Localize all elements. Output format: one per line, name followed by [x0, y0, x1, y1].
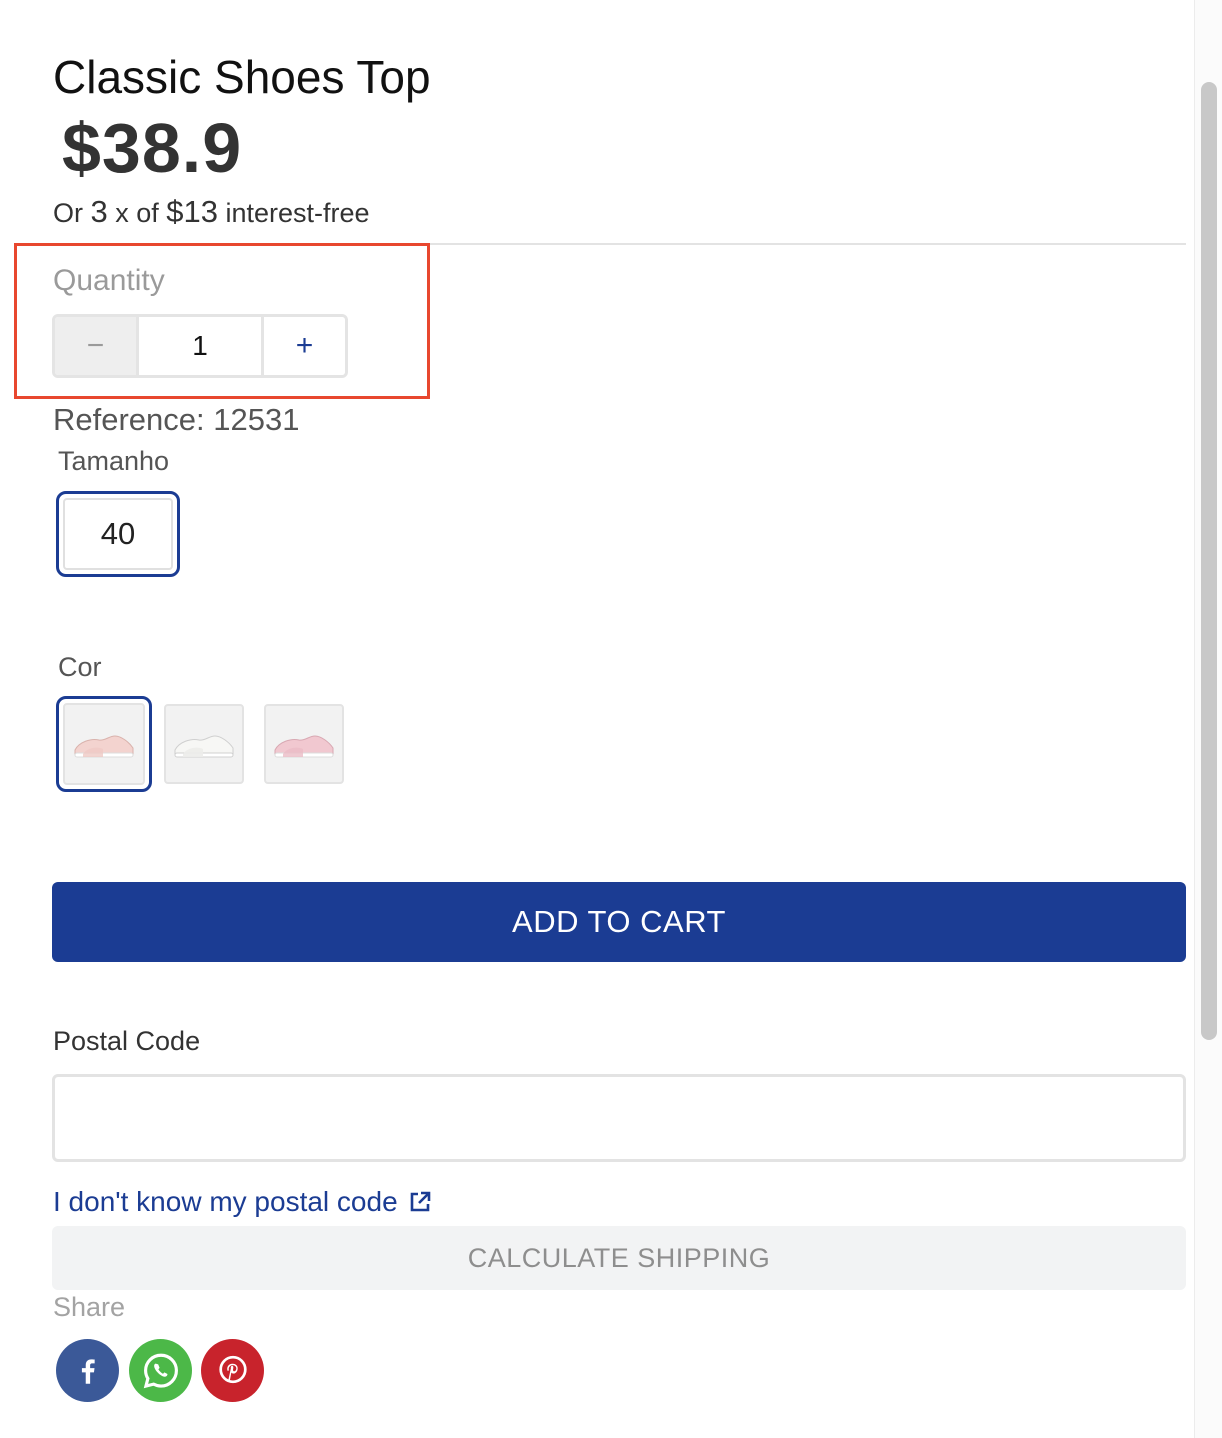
whatsapp-share-button[interactable] — [129, 1339, 192, 1402]
size-option-label: 40 — [63, 498, 173, 570]
installments-suffix: interest-free — [218, 198, 370, 228]
facebook-icon — [81, 1358, 95, 1384]
calculate-shipping-button[interactable]: CALCULATE SHIPPING — [52, 1226, 1186, 1290]
color-swatch-light-pink[interactable] — [56, 696, 152, 792]
pinterest-share-button[interactable] — [201, 1339, 264, 1402]
scrollbar-thumb[interactable] — [1201, 82, 1217, 1040]
installments-text: Or 3 x of $13 interest-free — [53, 194, 370, 230]
add-to-cart-button[interactable]: ADD TO CART — [52, 882, 1186, 962]
product-reference: Reference: 12531 — [53, 402, 300, 437]
postal-code-label: Postal Code — [53, 1026, 201, 1056]
facebook-share-button[interactable] — [56, 1339, 119, 1402]
installments-amount: $13 — [166, 194, 219, 229]
installments-prefix: Or — [53, 198, 91, 228]
postal-code-help-text: I don't know my postal code — [53, 1186, 398, 1217]
product-title: Classic Shoes Top — [53, 51, 431, 103]
sneaker-icon — [174, 735, 234, 758]
color-swatch-pink[interactable] — [264, 704, 344, 784]
product-price: $38.9 — [62, 109, 243, 187]
whatsapp-icon — [143, 1353, 178, 1388]
external-link-icon — [410, 1191, 430, 1212]
swatch-image — [63, 703, 145, 785]
size-option-40[interactable]: 40 — [56, 491, 180, 577]
quantity-highlight-box — [14, 243, 430, 399]
postal-code-help-link[interactable]: I don't know my postal code — [53, 1186, 432, 1218]
pinterest-icon — [218, 1355, 247, 1383]
size-label: Tamanho — [58, 446, 170, 476]
color-label: Cor — [58, 652, 102, 682]
sneaker-icon — [274, 735, 334, 758]
sneaker-icon — [74, 735, 134, 758]
color-swatch-white[interactable] — [164, 704, 244, 784]
installments-count: 3 — [90, 194, 108, 229]
installments-middle: x of — [107, 198, 167, 228]
postal-code-input[interactable] — [52, 1074, 1186, 1162]
share-label: Share — [53, 1292, 126, 1322]
